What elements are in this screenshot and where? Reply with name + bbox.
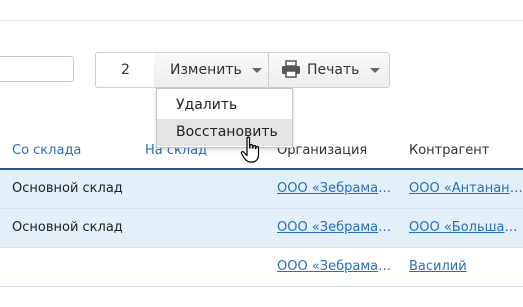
search-input[interactable] [0, 56, 74, 82]
cell-counterparty-link[interactable]: ООО «Большая с... [409, 220, 523, 235]
cell-organization-link[interactable]: ООО «Зебрамарк... [277, 220, 397, 235]
table-row[interactable]: Основной склад ООО «Зебрамарк... ООО «Ан… [0, 170, 523, 209]
cell-counterparty-link[interactable]: ООО «Антананар... [409, 181, 523, 196]
table-row[interactable]: ООО «Зебрамарк... Василий [0, 248, 523, 287]
cell-organization-link[interactable]: ООО «Зебрамарк... [277, 259, 397, 274]
column-header-from-store[interactable]: Со склада [12, 143, 81, 158]
cell-from-store: Основной склад [12, 220, 123, 235]
edit-dropdown-menu: Удалить Восстановить [156, 88, 293, 148]
print-button[interactable]: Печать [268, 52, 390, 88]
edit-button-label: Изменить [170, 62, 242, 78]
cell-counterparty-link[interactable]: Василий [409, 259, 523, 274]
edit-button[interactable]: Изменить [154, 52, 269, 88]
cell-organization-link[interactable]: ООО «Зебрамарк... [277, 181, 397, 196]
menu-item-restore[interactable]: Восстановить [157, 119, 292, 146]
hand-pointer-icon [240, 136, 260, 163]
printer-icon [282, 60, 300, 78]
chevron-down-icon [252, 67, 263, 73]
selected-count: 2 [95, 52, 155, 88]
column-header-counterparty[interactable]: Контрагент [409, 143, 489, 158]
menu-item-delete[interactable]: Удалить [157, 92, 292, 119]
table-row[interactable]: Основной склад ООО «Зебрамарк... ООО «Бо… [0, 209, 523, 248]
print-button-label: Печать [307, 62, 360, 78]
cell-from-store: Основной склад [12, 181, 123, 196]
chevron-down-icon [369, 67, 380, 73]
top-divider [0, 20, 523, 21]
